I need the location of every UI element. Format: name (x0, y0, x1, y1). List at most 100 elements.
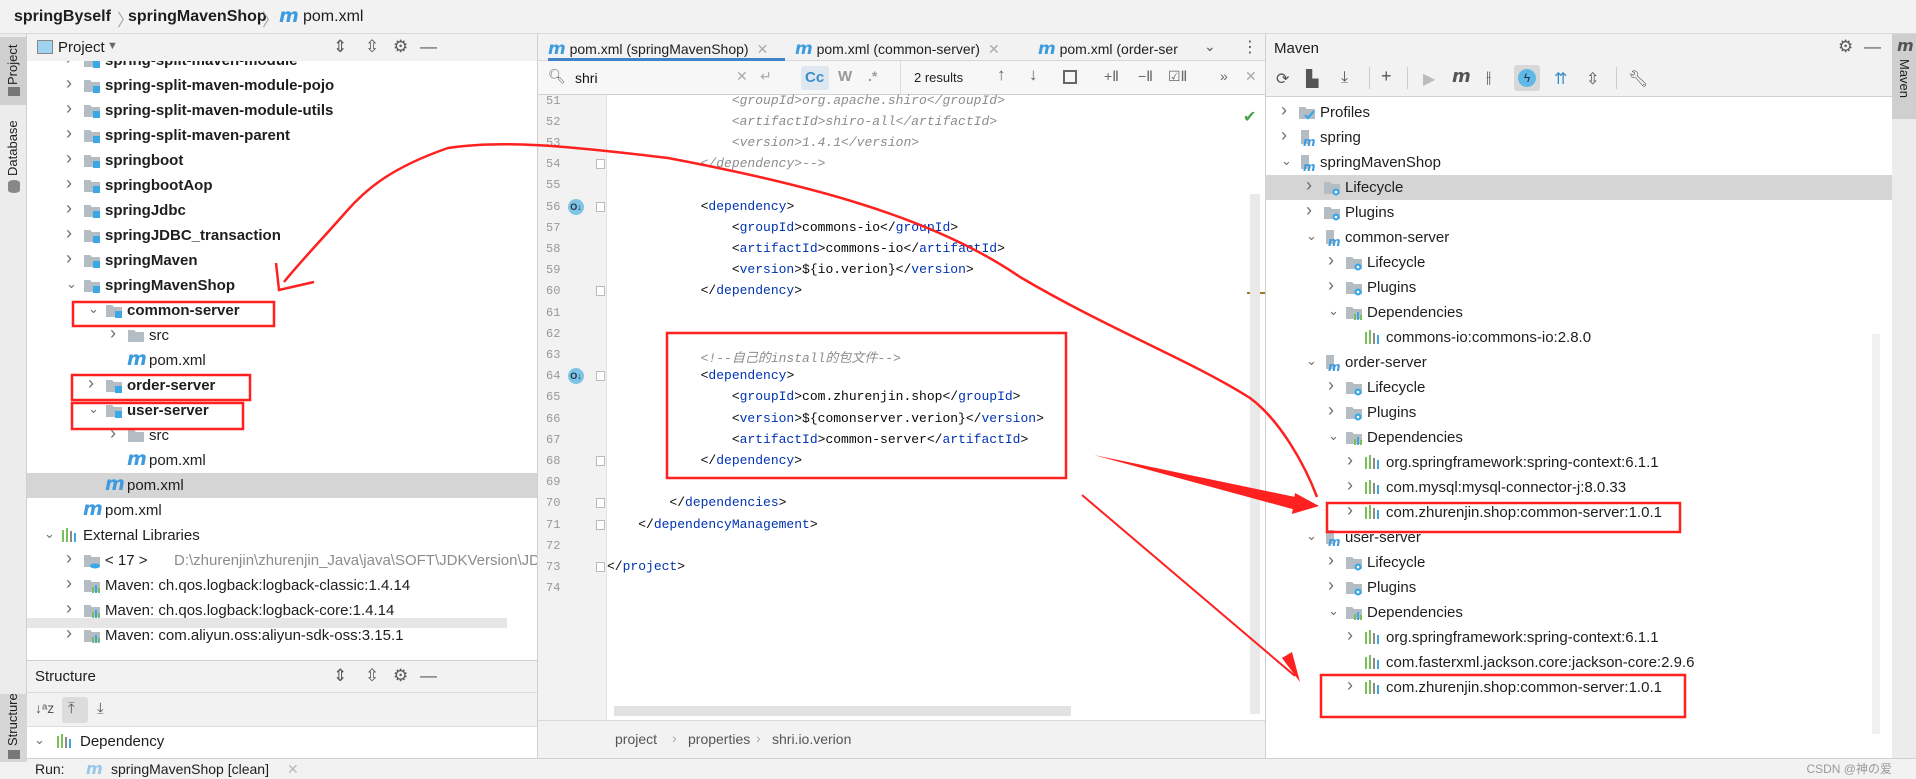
breadcrumb-item-file[interactable]: pom.xml (303, 8, 363, 26)
project-tree-item[interactable]: › src (27, 423, 537, 448)
skip-tests-toggle[interactable]: ϟ (1514, 65, 1540, 91)
breadcrumb-properties[interactable]: properties (688, 731, 750, 747)
collapse-all-icon[interactable]: ⇳ (365, 37, 379, 57)
project-tree-item[interactable]: › order-server (27, 373, 537, 398)
project-tree-item[interactable]: › springbootAop (27, 173, 537, 198)
maven-tree-item[interactable]: ⌄ m springMavenShop (1266, 150, 1892, 175)
chevron-right-icon[interactable]: › (66, 573, 72, 594)
maven-tree-item[interactable]: › m spring (1266, 125, 1892, 150)
reload-icon[interactable]: ⟳ (1276, 69, 1289, 89)
maven-tree-item[interactable]: › Plugins (1266, 200, 1892, 225)
chevron-right-icon[interactable]: › (66, 123, 72, 144)
chevron-right-icon[interactable]: › (1347, 450, 1353, 471)
collapse-all-icon[interactable]: ⇳ (365, 666, 379, 686)
project-tree-item[interactable]: m pom.xml (27, 498, 537, 523)
navigate-from-source-button[interactable]: ⤒ (62, 697, 88, 723)
horizontal-scrollbar[interactable] (27, 618, 507, 628)
maven-tree-item[interactable]: ⌄ m user-server (1266, 525, 1892, 550)
maven-tree-item[interactable]: › org.springframework:spring-context:6.1.… (1266, 450, 1892, 475)
maven-tree-item[interactable]: ⌄ Dependencies (1266, 300, 1892, 325)
project-tree-item[interactable]: › springMaven (27, 248, 537, 273)
gear-icon[interactable]: ⚙ (1838, 37, 1853, 57)
chevron-down-icon[interactable]: ⌄ (66, 276, 77, 292)
gear-icon[interactable]: ⚙ (393, 37, 408, 57)
chevron-down-icon[interactable]: ⌄ (1281, 153, 1292, 169)
navigate-to-source-icon[interactable]: ⤓ (97, 700, 104, 717)
chevron-down-icon[interactable]: ⌄ (88, 301, 99, 317)
chevron-right-icon[interactable]: › (1347, 675, 1353, 696)
chevron-down-icon[interactable]: ⌄ (1306, 528, 1317, 544)
wrench-icon[interactable]: 🔧︎ (1628, 69, 1648, 89)
project-tree-item[interactable]: › Maven: ch.qos.logback:logback-classic:1… (27, 573, 537, 598)
chevron-right-icon[interactable]: › (66, 548, 72, 569)
minimize-icon[interactable]: — (420, 666, 437, 686)
project-tree-item[interactable]: m pom.xml (27, 348, 537, 373)
maven-tree-item[interactable]: › Lifecycle (1266, 175, 1892, 200)
chevron-right-icon[interactable]: › (66, 223, 72, 244)
chevron-right-icon[interactable]: › (66, 173, 72, 194)
tool-tab-maven[interactable]: m Maven (1892, 34, 1916, 119)
chevron-right-icon[interactable]: › (1347, 500, 1353, 521)
maven-tree-item[interactable]: ⌄ m order-server (1266, 350, 1892, 375)
chevron-right-icon[interactable]: › (1306, 200, 1312, 221)
generate-sources-icon[interactable]: ▙ (1306, 69, 1318, 89)
chevron-right-icon[interactable]: › (66, 248, 72, 269)
structure-tree-item[interactable]: ⌄ Dependency (27, 729, 537, 754)
chevron-right-icon[interactable]: › (1328, 375, 1334, 396)
chevron-down-icon[interactable]: ⌄ (1328, 428, 1339, 444)
chevron-right-icon[interactable]: › (110, 323, 116, 344)
run-tab-springmavenshop-clean[interactable]: springMavenShop [clean] (111, 761, 269, 777)
project-tree-item[interactable]: ⌄ External Libraries (27, 523, 537, 548)
execute-goal-icon[interactable]: m (1452, 66, 1471, 87)
breadcrumb-item-module[interactable]: springMavenShop (128, 8, 267, 26)
maven-tree-item[interactable]: › Lifecycle (1266, 375, 1892, 400)
project-tree-item[interactable]: › src (27, 323, 537, 348)
vertical-scrollbar[interactable] (1250, 194, 1260, 714)
chevron-right-icon[interactable]: › (110, 423, 116, 444)
download-icon[interactable]: ⤓ (1341, 69, 1348, 87)
chevron-right-icon[interactable]: › (66, 98, 72, 119)
chevron-right-icon[interactable]: › (1347, 475, 1353, 496)
maven-tree-item[interactable]: › Plugins (1266, 275, 1892, 300)
add-icon[interactable]: + (1381, 66, 1392, 87)
project-tree-item[interactable]: ⌄ springMavenShop (27, 273, 537, 298)
chevron-right-icon[interactable]: › (1347, 625, 1353, 646)
maven-tree-item[interactable]: ⌄ m common-server (1266, 225, 1892, 250)
tool-tab-project[interactable]: Project (0, 37, 27, 105)
run-icon[interactable]: ▶ (1423, 69, 1435, 89)
chevron-down-icon[interactable]: ⌄ (88, 401, 99, 417)
chevron-right-icon[interactable]: › (66, 598, 72, 619)
breadcrumb-project[interactable]: project (615, 731, 657, 747)
project-tree-item[interactable]: ⌄ common-server (27, 298, 537, 323)
chevron-right-icon[interactable]: › (1328, 550, 1334, 571)
project-tree-item[interactable]: ⌄ user-server (27, 398, 537, 423)
chevron-down-icon[interactable]: ▼ (107, 40, 118, 52)
project-tree-item[interactable]: › springJdbc (27, 198, 537, 223)
maven-tree-item[interactable]: › Lifecycle (1266, 250, 1892, 275)
chevron-right-icon[interactable]: › (66, 73, 72, 94)
chevron-right-icon[interactable]: › (1328, 275, 1334, 296)
chevron-right-icon[interactable]: › (1281, 100, 1287, 121)
maven-tree-item[interactable]: › Plugins (1266, 575, 1892, 600)
tool-tab-database[interactable]: Database (0, 118, 27, 198)
maven-tree-item[interactable]: ⌄ Dependencies (1266, 425, 1892, 450)
minimize-icon[interactable]: — (420, 37, 437, 57)
maven-tree-item[interactable]: com.fasterxml.jackson.core:jackson-core:… (1266, 650, 1892, 675)
project-tree-item[interactable]: m pom.xml (27, 473, 537, 498)
project-tree-item[interactable]: m pom.xml (27, 448, 537, 473)
horizontal-scrollbar[interactable] (614, 706, 1071, 716)
expand-all-icon[interactable]: ⇕ (333, 666, 347, 686)
project-tree-item[interactable]: › spring-split-maven-module-utils (27, 98, 537, 123)
vertical-scrollbar[interactable] (1872, 334, 1880, 734)
sort-alphabetically-icon[interactable]: ↓ᵃz (35, 700, 54, 716)
close-icon[interactable]: ✕ (287, 761, 299, 778)
chevron-down-icon[interactable]: ⌄ (1306, 228, 1317, 244)
project-tree-item[interactable]: › spring-split-maven-module-pojo (27, 73, 537, 98)
minimize-icon[interactable]: — (1864, 37, 1881, 57)
project-tree-item[interactable]: › < 17 > D:\zhurenjin\zhurenjin_Java\java\… (27, 548, 537, 573)
project-view-selector[interactable]: Project (58, 39, 105, 56)
chevron-right-icon[interactable]: › (1328, 250, 1334, 271)
maven-tree-item[interactable]: › com.zhurenjin.shop:common-server:1.0.1 (1266, 675, 1892, 700)
show-dependencies-icon[interactable]: ⇈ (1554, 69, 1567, 89)
chevron-right-icon[interactable]: › (1328, 400, 1334, 421)
